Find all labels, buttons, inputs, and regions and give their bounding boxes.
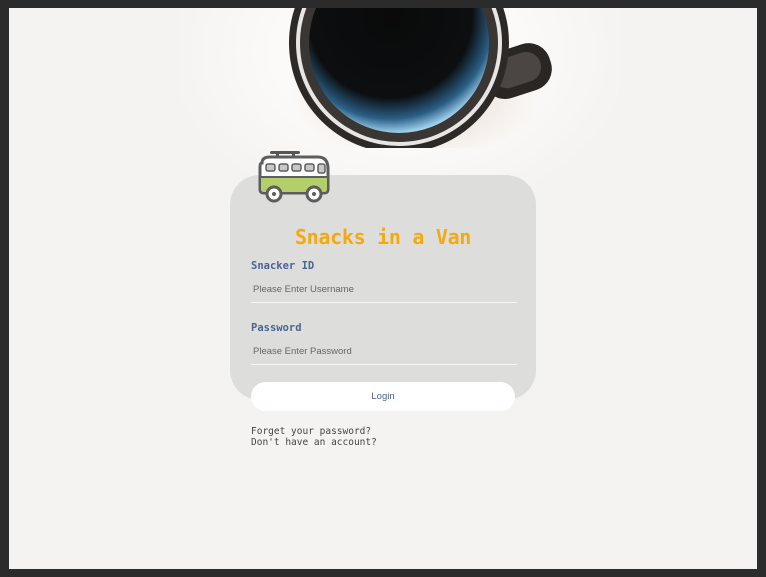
van-icon [258,151,330,203]
signup-link[interactable]: Don't have an account? [251,437,377,448]
app-viewport: Snacks in a Van Snacker ID Password Logi… [9,8,757,569]
password-label: Password [251,322,302,334]
password-input[interactable] [251,339,517,365]
coffee-mug-image [289,8,552,148]
username-input[interactable] [251,277,517,303]
app-title: Snacks in a Van [294,225,472,249]
forgot-password-link[interactable]: Forget your password? [251,426,371,437]
username-label: Snacker ID [251,260,315,272]
login-button[interactable]: Login [251,382,515,411]
